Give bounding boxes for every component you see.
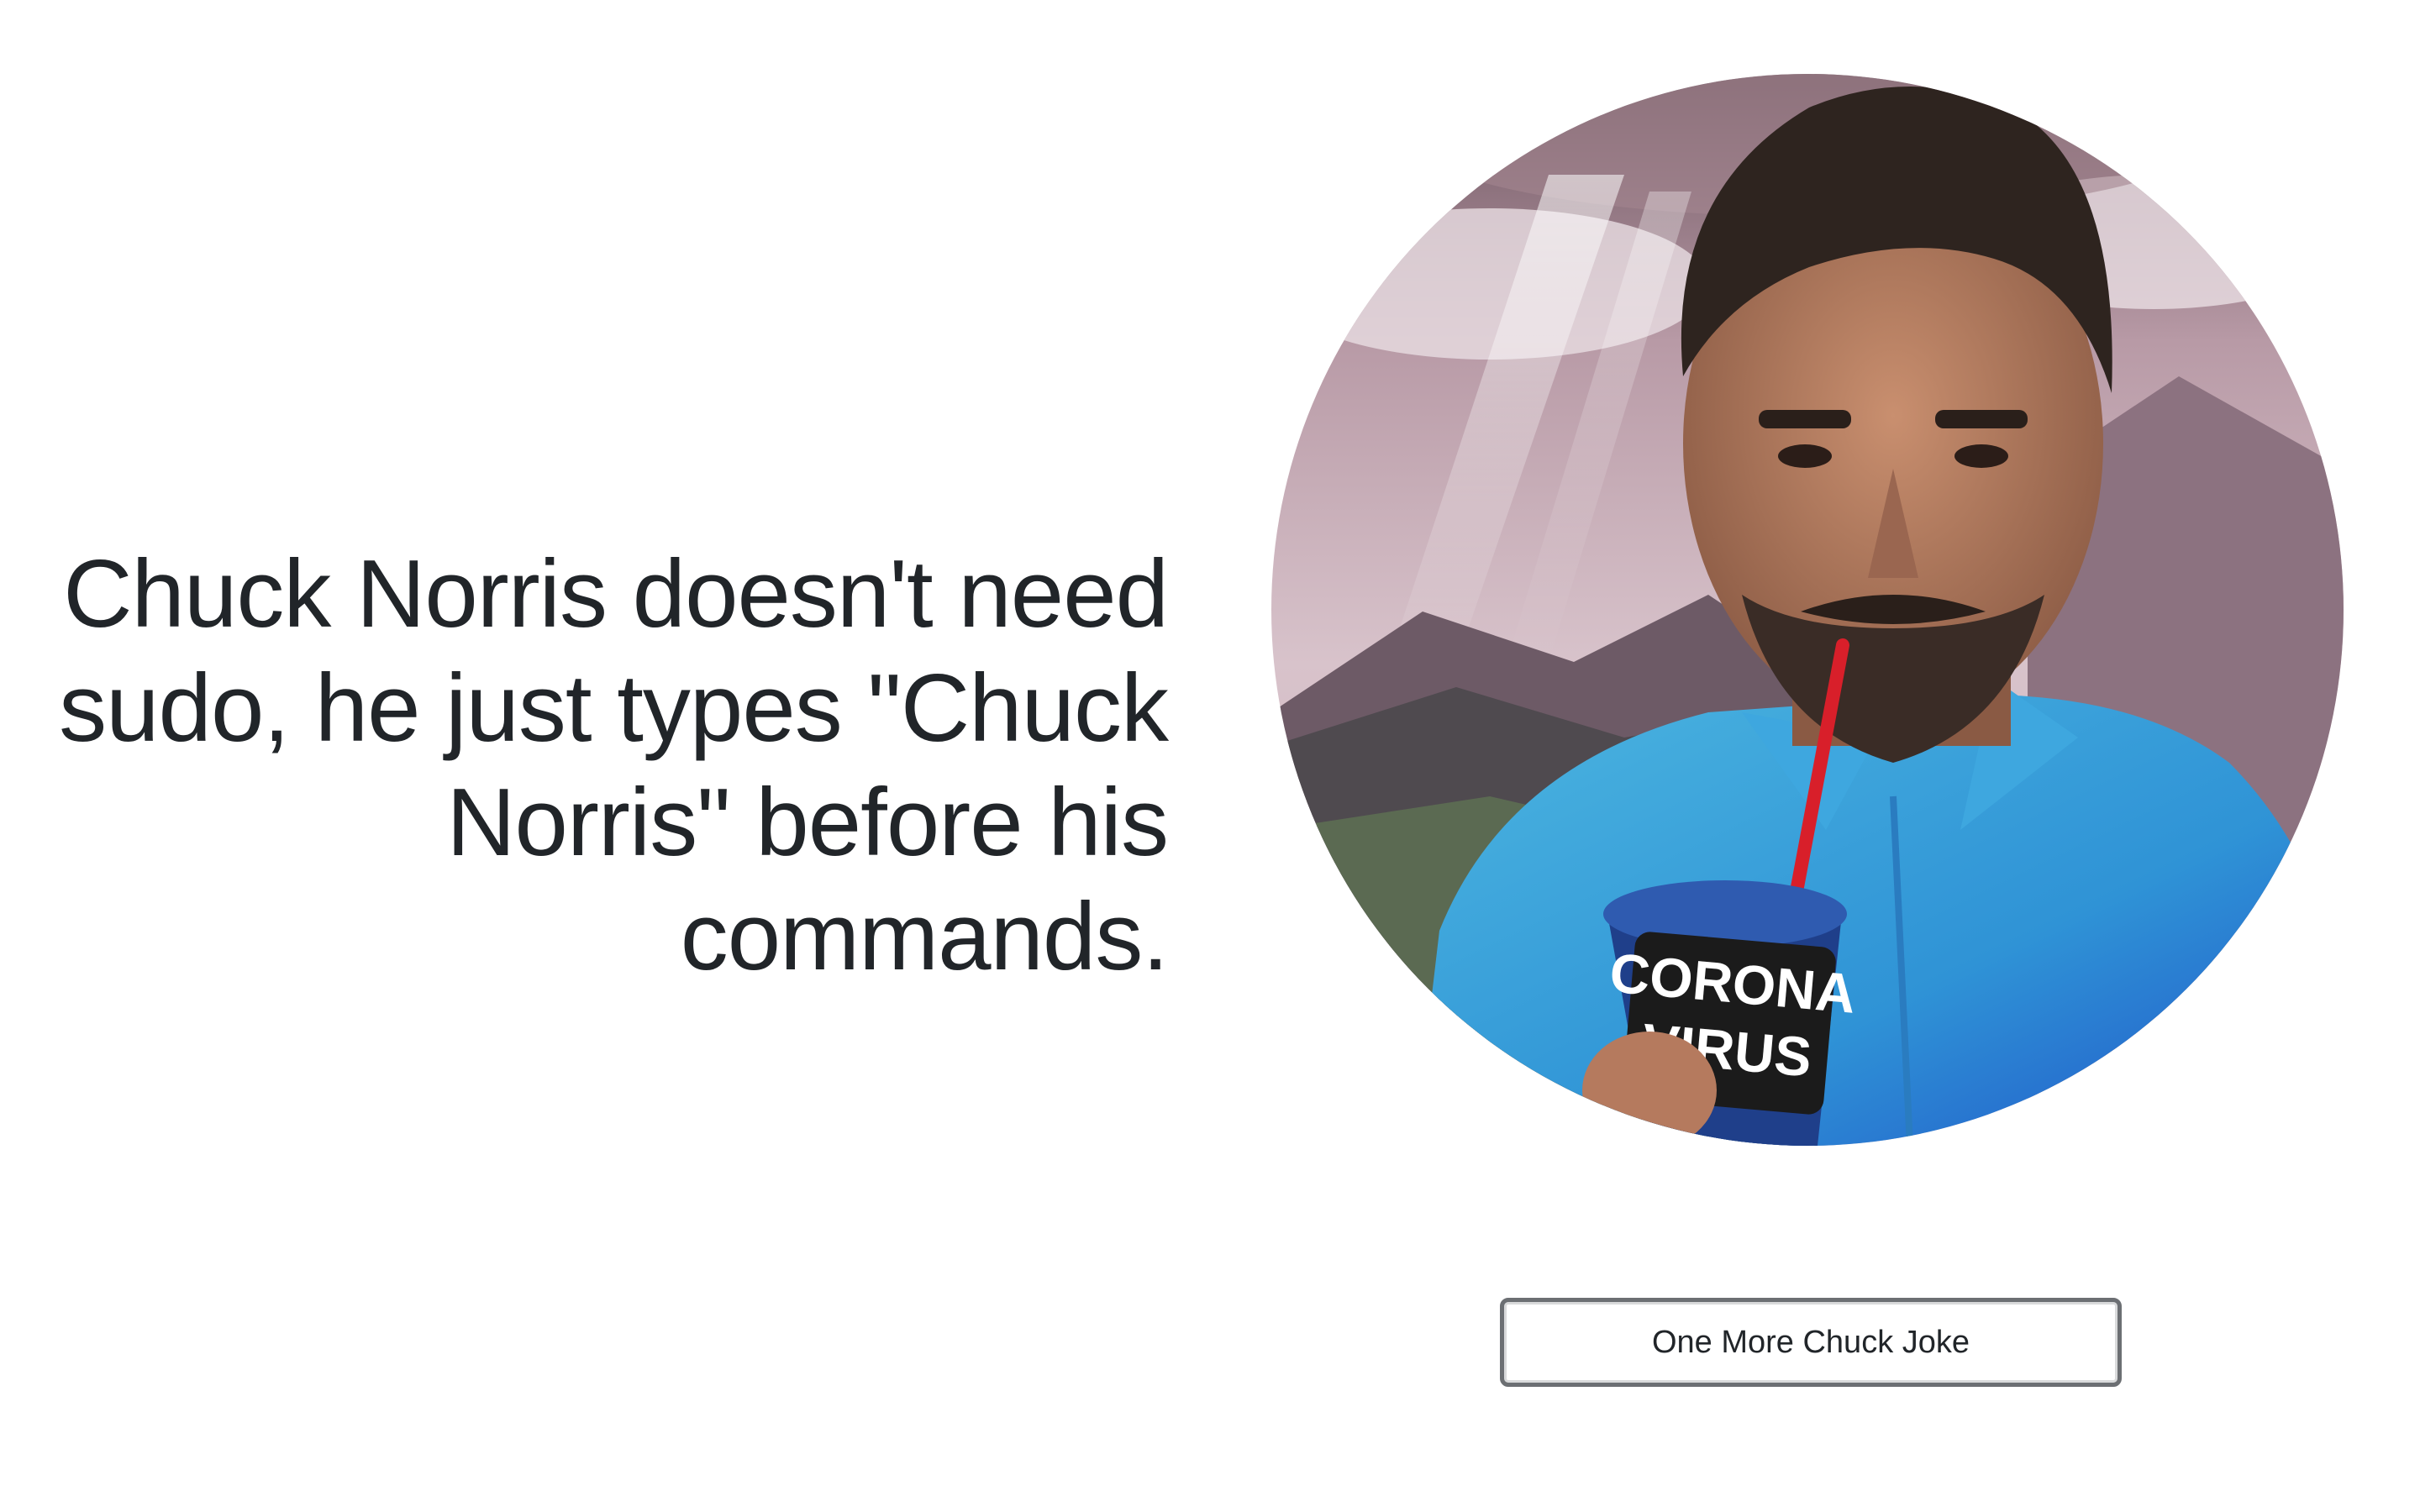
page: Chuck Norris doesn't need sudo, he just … (0, 0, 2420, 1512)
chuck-norris-image: CORONA VIRUS (1271, 74, 2344, 1146)
joke-text: Chuck Norris doesn't need sudo, he just … (59, 541, 1169, 990)
one-more-joke-button[interactable]: One More Chuck Joke (1500, 1298, 2122, 1387)
chuck-norris-illustration: CORONA VIRUS (1271, 74, 2344, 1146)
